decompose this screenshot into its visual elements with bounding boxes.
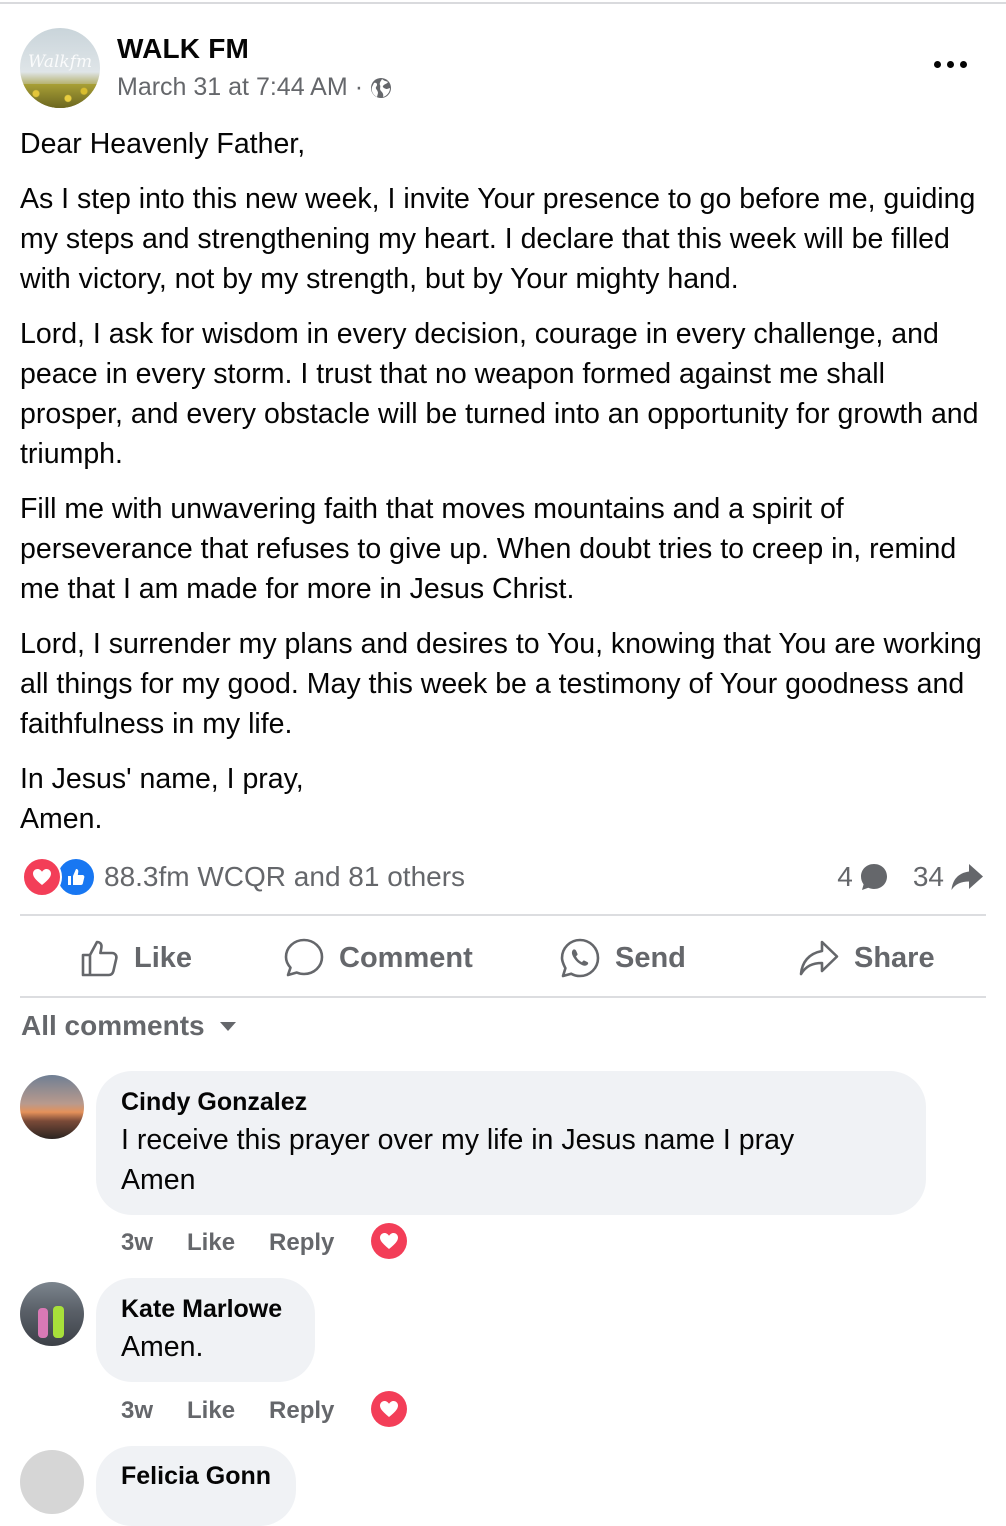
comment-line: I receive this prayer over my life in Je… — [121, 1124, 795, 1156]
page-name[interactable]: WALK FM — [117, 33, 249, 65]
love-reaction-icon — [22, 857, 62, 897]
love-reaction-icon[interactable] — [371, 1391, 407, 1427]
comment-time[interactable]: 3w — [121, 1397, 153, 1425]
engagement-counts: 4 34 — [837, 857, 984, 897]
send-button[interactable]: Send — [559, 935, 686, 981]
post-meta: March 31 at 7:44 AM · — [117, 73, 393, 102]
comment-text: Amen. — [121, 1327, 203, 1367]
comment-bubble: Cindy Gonzalez I receive this prayer ove… — [96, 1071, 926, 1215]
comment-reply-button[interactable]: Reply — [269, 1397, 334, 1425]
globe-icon[interactable] — [369, 76, 393, 100]
more-options-icon[interactable] — [928, 52, 972, 76]
closing-line: In Jesus' name, I pray, — [20, 763, 304, 795]
post-timestamp[interactable]: March 31 at 7:44 AM — [117, 73, 348, 102]
whatsapp-icon — [560, 938, 600, 978]
post-paragraph: As I step into this new week, I invite Y… — [20, 183, 976, 295]
comment-meta: 3w Like Reply — [121, 1226, 334, 1260]
share-arrow-icon — [799, 940, 839, 976]
avatar-flower-field — [20, 84, 100, 108]
avatar[interactable] — [20, 1075, 84, 1139]
divider — [20, 996, 986, 998]
send-label: Send — [615, 941, 686, 974]
comment-meta: 3w Like Reply — [121, 1394, 334, 1428]
comment-author[interactable]: Felicia Gonn — [121, 1462, 271, 1491]
avatar[interactable] — [20, 1282, 84, 1346]
comment-button[interactable]: Comment — [283, 935, 473, 981]
comment-bubble: Kate Marlowe Amen. — [96, 1278, 315, 1382]
reactions-summary[interactable]: 88.3fm WCQR and 81 others — [22, 857, 465, 897]
post-paragraph: Lord, I surrender my plans and desires t… — [20, 628, 982, 740]
like-label: Like — [134, 941, 193, 974]
comment-bubble-icon — [284, 938, 324, 977]
comments-filter[interactable]: All comments — [21, 1010, 237, 1042]
post-closing: In Jesus' name, I pray, Amen. — [20, 759, 990, 839]
page-logo-text: Walkfm — [27, 52, 93, 72]
like-button[interactable]: Like — [80, 935, 192, 981]
share-label: Share — [854, 941, 935, 974]
post-body: Dear Heavenly Father, As I step into thi… — [20, 124, 990, 854]
comment-reply-button[interactable]: Reply — [269, 1229, 334, 1257]
share-count[interactable]: 34 — [913, 861, 944, 893]
comment-author[interactable]: Cindy Gonzalez — [121, 1088, 307, 1117]
closing-line: Amen. — [20, 803, 103, 835]
divider — [20, 914, 986, 916]
share-count-icon — [951, 864, 983, 890]
more-dot — [934, 61, 941, 68]
page-avatar[interactable]: Walkfm — [20, 28, 100, 108]
comment-like-button[interactable]: Like — [187, 1229, 235, 1257]
meta-separator: · — [354, 73, 364, 101]
avatar-figure — [38, 1308, 48, 1338]
comment-count-icon — [860, 864, 887, 890]
avatar-figure — [53, 1306, 64, 1338]
comments-filter-label: All comments — [21, 1010, 205, 1041]
comment-like-button[interactable]: Like — [187, 1397, 235, 1425]
post-paragraph: Lord, I ask for wisdom in every decision… — [20, 318, 979, 470]
post-paragraph: Fill me with unwavering faith that moves… — [20, 493, 957, 605]
comment-line: Amen. — [121, 1331, 204, 1363]
comment-line: Amen — [121, 1164, 196, 1196]
more-dot — [947, 61, 954, 68]
more-dot — [960, 61, 967, 68]
thumbs-up-icon — [81, 940, 118, 977]
avatar[interactable] — [20, 1450, 84, 1514]
share-button[interactable]: Share — [798, 935, 935, 981]
comment-bubble: Felicia Gonn — [96, 1446, 296, 1526]
like-reaction-icon — [56, 857, 96, 897]
comment-author[interactable]: Kate Marlowe — [121, 1295, 282, 1324]
love-reaction-icon[interactable] — [371, 1223, 407, 1259]
reactors-text[interactable]: 88.3fm WCQR and 81 others — [104, 861, 465, 893]
comment-label: Comment — [339, 941, 473, 974]
post-paragraph: Dear Heavenly Father, — [20, 128, 306, 160]
comment-text: I receive this prayer over my life in Je… — [121, 1120, 794, 1200]
comment-time[interactable]: 3w — [121, 1229, 153, 1257]
top-divider — [0, 2, 1006, 4]
caret-down-icon — [219, 1022, 236, 1031]
comment-count[interactable]: 4 — [837, 861, 853, 893]
